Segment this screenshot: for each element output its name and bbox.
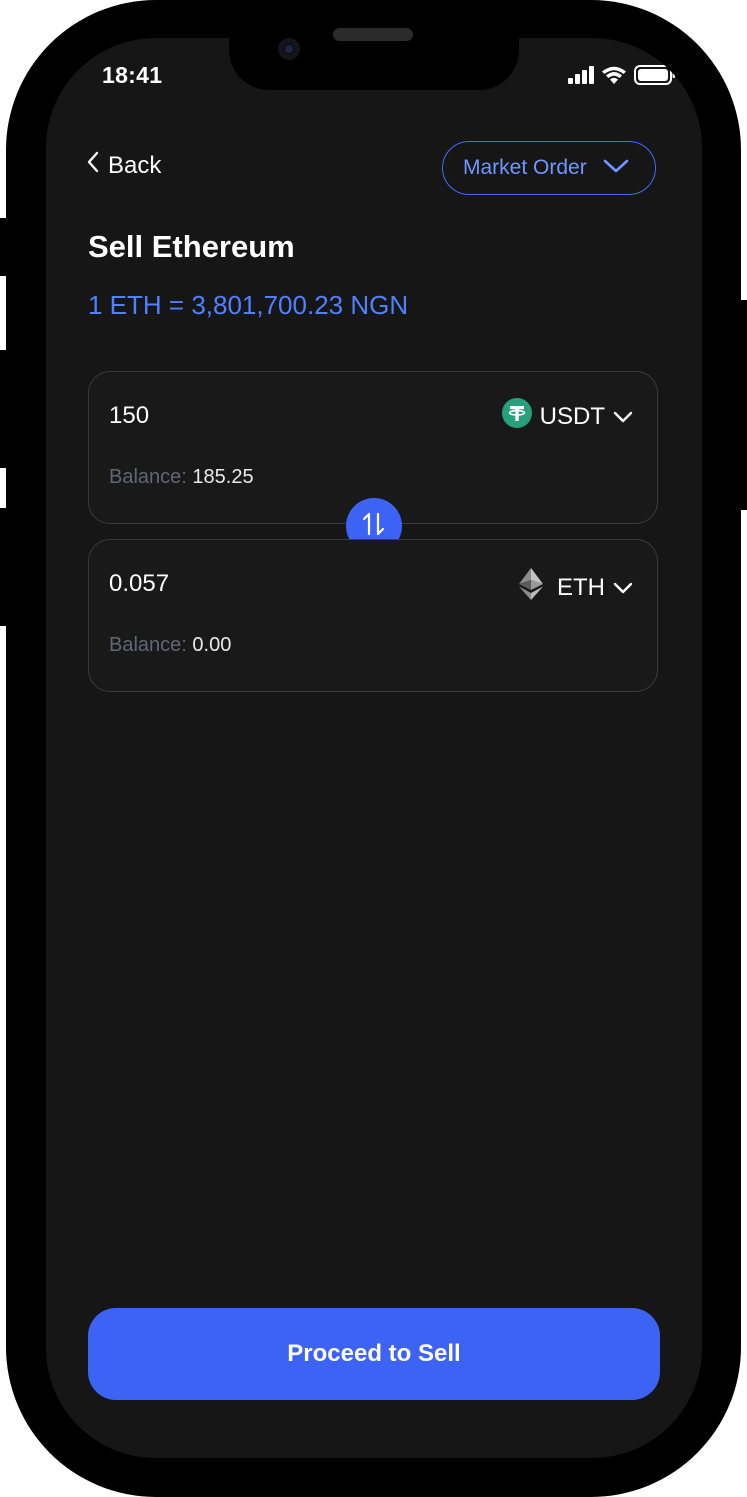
from-amount-input[interactable]: [109, 402, 349, 430]
ethereum-icon: [513, 566, 549, 609]
notch: [229, 38, 519, 90]
status-time: 18:41: [102, 62, 163, 88]
chevron-down-icon: [603, 156, 629, 180]
swap-arrows-icon: [361, 510, 387, 543]
order-type-label: Market Order: [463, 156, 587, 179]
back-button[interactable]: Back: [86, 150, 161, 181]
order-type-dropdown[interactable]: Market Order: [442, 141, 656, 195]
to-balance-label: Balance:: [109, 634, 187, 656]
to-balance-value: 0.00: [192, 634, 232, 656]
from-balance: Balance: 185.25: [109, 466, 254, 489]
to-token-dropdown[interactable]: ETH: [513, 566, 633, 609]
to-balance: Balance: 0.00: [109, 634, 231, 657]
from-balance-label: Balance:: [109, 466, 187, 488]
back-label: Back: [108, 151, 162, 179]
wifi-icon: [601, 66, 627, 90]
to-amount-input[interactable]: [109, 570, 349, 598]
chevron-down-icon: [613, 574, 633, 602]
chevron-left-icon: [86, 150, 100, 181]
front-camera: [278, 38, 300, 60]
to-amount-card: ETH Balance: 0.00: [88, 539, 658, 692]
app-screen: 18:41 Back Market Order Sell Ethereum 1 …: [46, 38, 702, 1458]
proceed-to-sell-button[interactable]: Proceed to Sell: [88, 1308, 660, 1400]
from-token-dropdown[interactable]: USDT: [501, 398, 633, 435]
battery-icon: [634, 65, 676, 90]
chevron-down-icon: [613, 403, 633, 431]
to-token-label: ETH: [557, 573, 605, 601]
page-title: Sell Ethereum: [88, 229, 295, 264]
status-icons: [568, 65, 676, 90]
signal-icon: [568, 66, 594, 89]
from-token-label: USDT: [539, 402, 605, 430]
from-balance-value: 185.25: [192, 466, 254, 488]
exchange-rate: 1 ETH = 3,801,700.23 NGN: [88, 290, 409, 320]
earpiece-speaker: [333, 28, 413, 41]
tether-icon: [501, 398, 532, 435]
